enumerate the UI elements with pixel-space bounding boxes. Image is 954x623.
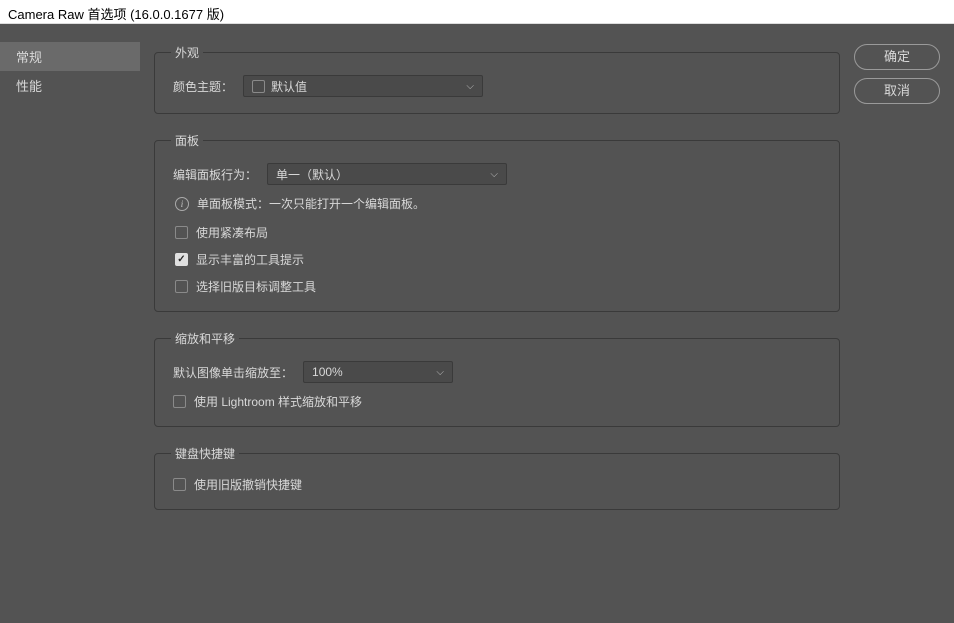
shortcut-legend: 键盘快捷键 xyxy=(171,445,239,462)
panel-behavior-label: 编辑面板行为： xyxy=(173,166,257,183)
zoom-click-value: 100% xyxy=(312,365,343,379)
sidebar-item-performance[interactable]: 性能 xyxy=(0,71,140,100)
panel-behavior-select[interactable]: 单一（默认） ⌵ xyxy=(267,163,507,185)
sidebar-item-general[interactable]: 常规 xyxy=(0,42,140,71)
dialog-buttons: 确定 取消 xyxy=(854,24,954,623)
window-title: Camera Raw 首选项 (16.0.0.1677 版) xyxy=(8,7,224,22)
theme-value: 默认值 xyxy=(271,78,307,95)
chevron-down-icon: ⌵ xyxy=(490,169,498,180)
chevron-down-icon: ⌵ xyxy=(466,81,474,92)
lightroom-zoom-label: 使用 Lightroom 样式缩放和平移 xyxy=(194,393,362,410)
panel-behavior-value: 单一（默认） xyxy=(276,166,348,183)
appearance-legend: 外观 xyxy=(171,44,203,61)
panel-info-text: 单面板模式：一次只能打开一个编辑面板。 xyxy=(197,195,425,212)
window-titlebar: Camera Raw 首选项 (16.0.0.1677 版) xyxy=(0,0,954,24)
theme-select[interactable]: 默认值 ⌵ xyxy=(243,75,483,97)
compact-checkbox[interactable] xyxy=(175,226,188,239)
sidebar: 常规 性能 xyxy=(0,24,140,623)
zoom-group: 缩放和平移 默认图像单击缩放至： 100% ⌵ 使用 Lightroom 样式缩… xyxy=(154,330,840,427)
lightroom-zoom-checkbox[interactable] xyxy=(173,395,186,408)
legacy-target-label: 选择旧版目标调整工具 xyxy=(196,278,316,295)
panel-group: 面板 编辑面板行为： 单一（默认） ⌵ i 单面板模式：一次只能打开一个编辑面板… xyxy=(154,132,840,312)
ok-button[interactable]: 确定 xyxy=(854,44,940,70)
info-icon: i xyxy=(175,197,189,211)
compact-label: 使用紧凑布局 xyxy=(196,224,268,241)
legacy-undo-checkbox[interactable] xyxy=(173,478,186,491)
cancel-button[interactable]: 取消 xyxy=(854,78,940,104)
sidebar-item-label: 性能 xyxy=(16,79,42,94)
sidebar-item-label: 常规 xyxy=(16,50,42,65)
richtips-label: 显示丰富的工具提示 xyxy=(196,251,304,268)
legacy-undo-label: 使用旧版撤销快捷键 xyxy=(194,476,302,493)
chevron-down-icon: ⌵ xyxy=(436,367,444,378)
shortcut-group: 键盘快捷键 使用旧版撤销快捷键 xyxy=(154,445,840,510)
richtips-checkbox[interactable] xyxy=(175,253,188,266)
main-area: 常规 性能 外观 颜色主题： 默认值 ⌵ 面板 编辑面板行为： xyxy=(0,24,954,623)
theme-swatch-icon xyxy=(252,80,265,93)
panel-legend: 面板 xyxy=(171,132,203,149)
zoom-click-select[interactable]: 100% ⌵ xyxy=(303,361,453,383)
zoom-click-label: 默认图像单击缩放至： xyxy=(173,364,293,381)
content-panel: 外观 颜色主题： 默认值 ⌵ 面板 编辑面板行为： 单一（默认） ⌵ xyxy=(140,24,854,623)
theme-label: 颜色主题： xyxy=(173,78,233,95)
zoom-legend: 缩放和平移 xyxy=(171,330,239,347)
legacy-target-checkbox[interactable] xyxy=(175,280,188,293)
appearance-group: 外观 颜色主题： 默认值 ⌵ xyxy=(154,44,840,114)
